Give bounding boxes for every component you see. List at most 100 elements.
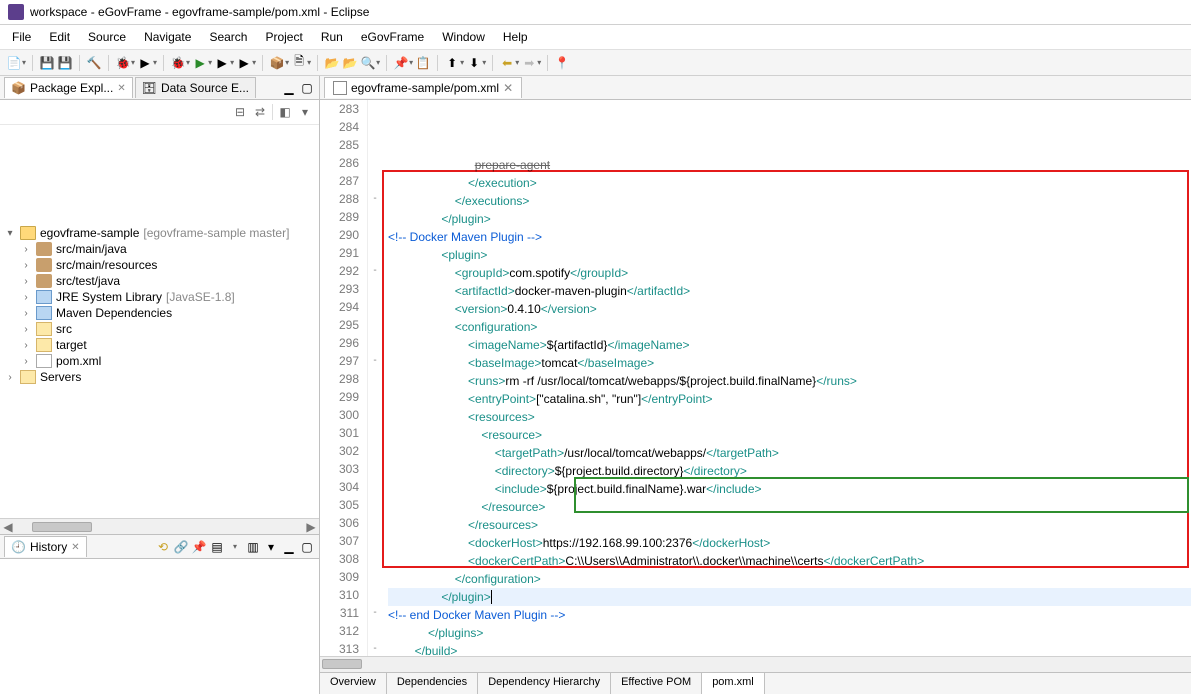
pom-tab-overview[interactable]: Overview: [320, 673, 387, 694]
menu-project[interactable]: Project: [257, 27, 310, 47]
code-line[interactable]: </resource>: [388, 498, 1191, 516]
menu-help[interactable]: Help: [495, 27, 536, 47]
filter-icon[interactable]: ▤: [209, 539, 225, 555]
build-icon[interactable]: 🔨: [86, 55, 102, 71]
code-line[interactable]: <plugin>: [388, 246, 1191, 264]
package-explorer-tree[interactable]: ▾egovframe-sample [egovframe-sample mast…: [0, 125, 319, 518]
twisty-icon[interactable]: ›: [4, 372, 16, 383]
run-server-icon[interactable]: ▶: [137, 55, 153, 71]
menu-file[interactable]: File: [4, 27, 39, 47]
code-line[interactable]: </plugin>: [388, 588, 1191, 606]
pin-icon[interactable]: 📌: [191, 539, 207, 555]
code-line[interactable]: <resource>: [388, 426, 1191, 444]
code-line[interactable]: <!-- Docker Maven Plugin -->: [388, 228, 1191, 246]
save-icon[interactable]: 💾: [39, 55, 55, 71]
external-tools-icon[interactable]: ▶: [236, 55, 252, 71]
new-package-icon[interactable]: 📦: [269, 55, 285, 71]
code-line[interactable]: <baseImage>tomcat</baseImage>: [388, 354, 1191, 372]
twisty-icon[interactable]: ›: [20, 260, 32, 271]
editor-body[interactable]: 2832842852862872882892902912922932942952…: [320, 100, 1191, 656]
pom-tab-dependency-hierarchy[interactable]: Dependency Hierarchy: [478, 673, 611, 694]
save-all-icon[interactable]: 💾: [57, 55, 73, 71]
run-icon[interactable]: ▶: [192, 55, 208, 71]
twisty-icon[interactable]: ›: [20, 340, 32, 351]
twisty-icon[interactable]: ›: [20, 292, 32, 303]
prev-annotation-icon[interactable]: ⬆: [444, 55, 460, 71]
code-line[interactable]: <artifactId>docker-maven-plugin</artifac…: [388, 282, 1191, 300]
tree-row[interactable]: ›JRE System Library [JavaSE-1.8]: [0, 289, 319, 305]
open-task-icon[interactable]: 📂: [324, 55, 340, 71]
coverage-icon[interactable]: ▶: [214, 55, 230, 71]
tree-row[interactable]: ›target: [0, 337, 319, 353]
link-editor-icon[interactable]: ⇄: [252, 104, 268, 120]
code-line[interactable]: <resources>: [388, 408, 1191, 426]
link-icon[interactable]: 🔗: [173, 539, 189, 555]
tab-data-source-explorer[interactable]: 🗄 Data Source E...: [135, 77, 256, 98]
maximize-icon[interactable]: ▢: [299, 80, 315, 96]
pom-tab-pom.xml[interactable]: pom.xml: [702, 673, 765, 694]
code-line[interactable]: <version>0.4.10</version>: [388, 300, 1191, 318]
code-area[interactable]: prepare-agent </execution> </executions>…: [382, 100, 1191, 656]
close-icon[interactable]: ✕: [503, 81, 513, 95]
pom-tab-dependencies[interactable]: Dependencies: [387, 673, 478, 694]
code-line[interactable]: <imageName>${artifactId}</imageName>: [388, 336, 1191, 354]
code-line[interactable]: <!-- end Docker Maven Plugin -->: [388, 606, 1191, 624]
compare-mode-icon[interactable]: ▥: [245, 539, 261, 555]
fold-column[interactable]: -----: [368, 100, 382, 656]
editor-tab-pom[interactable]: egovframe-sample/pom.xml ✕: [324, 77, 522, 98]
tab-history[interactable]: 🕘 History ✕: [4, 536, 87, 557]
menu-run[interactable]: Run: [313, 27, 351, 47]
code-line[interactable]: </plugins>: [388, 624, 1191, 642]
editor-h-scrollbar[interactable]: [320, 656, 1191, 672]
code-line[interactable]: prepare-agent: [388, 156, 1191, 174]
close-icon[interactable]: ✕: [71, 542, 79, 553]
code-line[interactable]: <groupId>com.spotify</groupId>: [388, 264, 1191, 282]
new-icon[interactable]: 📄: [6, 55, 22, 71]
minimize-icon[interactable]: ▁: [281, 80, 297, 96]
open-type-icon[interactable]: 📂: [342, 55, 358, 71]
code-line[interactable]: <targetPath>/usr/local/tomcat/webapps/</…: [388, 444, 1191, 462]
menu-navigate[interactable]: Navigate: [136, 27, 199, 47]
debug-icon[interactable]: 🐞: [170, 55, 186, 71]
code-line[interactable]: <runs>rm -rf /usr/local/tomcat/webapps/$…: [388, 372, 1191, 390]
refresh-icon[interactable]: ⟲: [155, 539, 171, 555]
menu-source[interactable]: Source: [80, 27, 134, 47]
view-menu-icon[interactable]: ▾: [263, 539, 279, 555]
back-icon[interactable]: ⬅: [499, 55, 515, 71]
code-line[interactable]: </configuration>: [388, 570, 1191, 588]
twisty-icon[interactable]: ›: [20, 244, 32, 255]
code-line[interactable]: </executions>: [388, 192, 1191, 210]
code-line[interactable]: <include>${project.build.finalName}.war<…: [388, 480, 1191, 498]
new-class-icon[interactable]: 🗎: [291, 55, 307, 71]
code-line[interactable]: <directory>${project.build.directory}</d…: [388, 462, 1191, 480]
tree-row[interactable]: ›src/main/java: [0, 241, 319, 257]
close-icon[interactable]: ✕: [117, 83, 125, 94]
search-icon[interactable]: 🔍: [360, 55, 376, 71]
menu-egovframe[interactable]: eGovFrame: [353, 27, 432, 47]
menu-edit[interactable]: Edit: [41, 27, 78, 47]
pin-editor-icon[interactable]: 📍: [554, 55, 570, 71]
tree-row[interactable]: ›Servers: [0, 369, 319, 385]
collapse-all-icon[interactable]: ⊟: [232, 104, 248, 120]
tree-scrollbar[interactable]: ◀▶: [0, 518, 319, 534]
twisty-icon[interactable]: ›: [20, 308, 32, 319]
menu-window[interactable]: Window: [434, 27, 493, 47]
tab-package-explorer[interactable]: 📦 Package Expl... ✕: [4, 77, 133, 98]
tree-row[interactable]: ›pom.xml: [0, 353, 319, 369]
minimize-icon[interactable]: ▁: [281, 539, 297, 555]
menu-search[interactable]: Search: [201, 27, 255, 47]
tree-row[interactable]: ›src/main/resources: [0, 257, 319, 273]
focus-task-icon[interactable]: ◧: [277, 104, 293, 120]
toggle-mark-icon[interactable]: 📌: [393, 55, 409, 71]
view-menu-icon[interactable]: ▾: [297, 104, 313, 120]
code-line[interactable]: <entryPoint>["catalina.sh", "run"]</entr…: [388, 390, 1191, 408]
code-line[interactable]: </resources>: [388, 516, 1191, 534]
pom-tab-effective-pom[interactable]: Effective POM: [611, 673, 702, 694]
forward-icon[interactable]: ➡: [521, 55, 537, 71]
next-annotation-icon[interactable]: ⬇: [466, 55, 482, 71]
toggle-breadcrumb-icon[interactable]: 📋: [415, 55, 431, 71]
code-line[interactable]: <dockerHost>https://192.168.99.100:2376<…: [388, 534, 1191, 552]
debug-server-icon[interactable]: 🐞: [115, 55, 131, 71]
twisty-icon[interactable]: ›: [20, 356, 32, 367]
twisty-icon[interactable]: ›: [20, 324, 32, 335]
